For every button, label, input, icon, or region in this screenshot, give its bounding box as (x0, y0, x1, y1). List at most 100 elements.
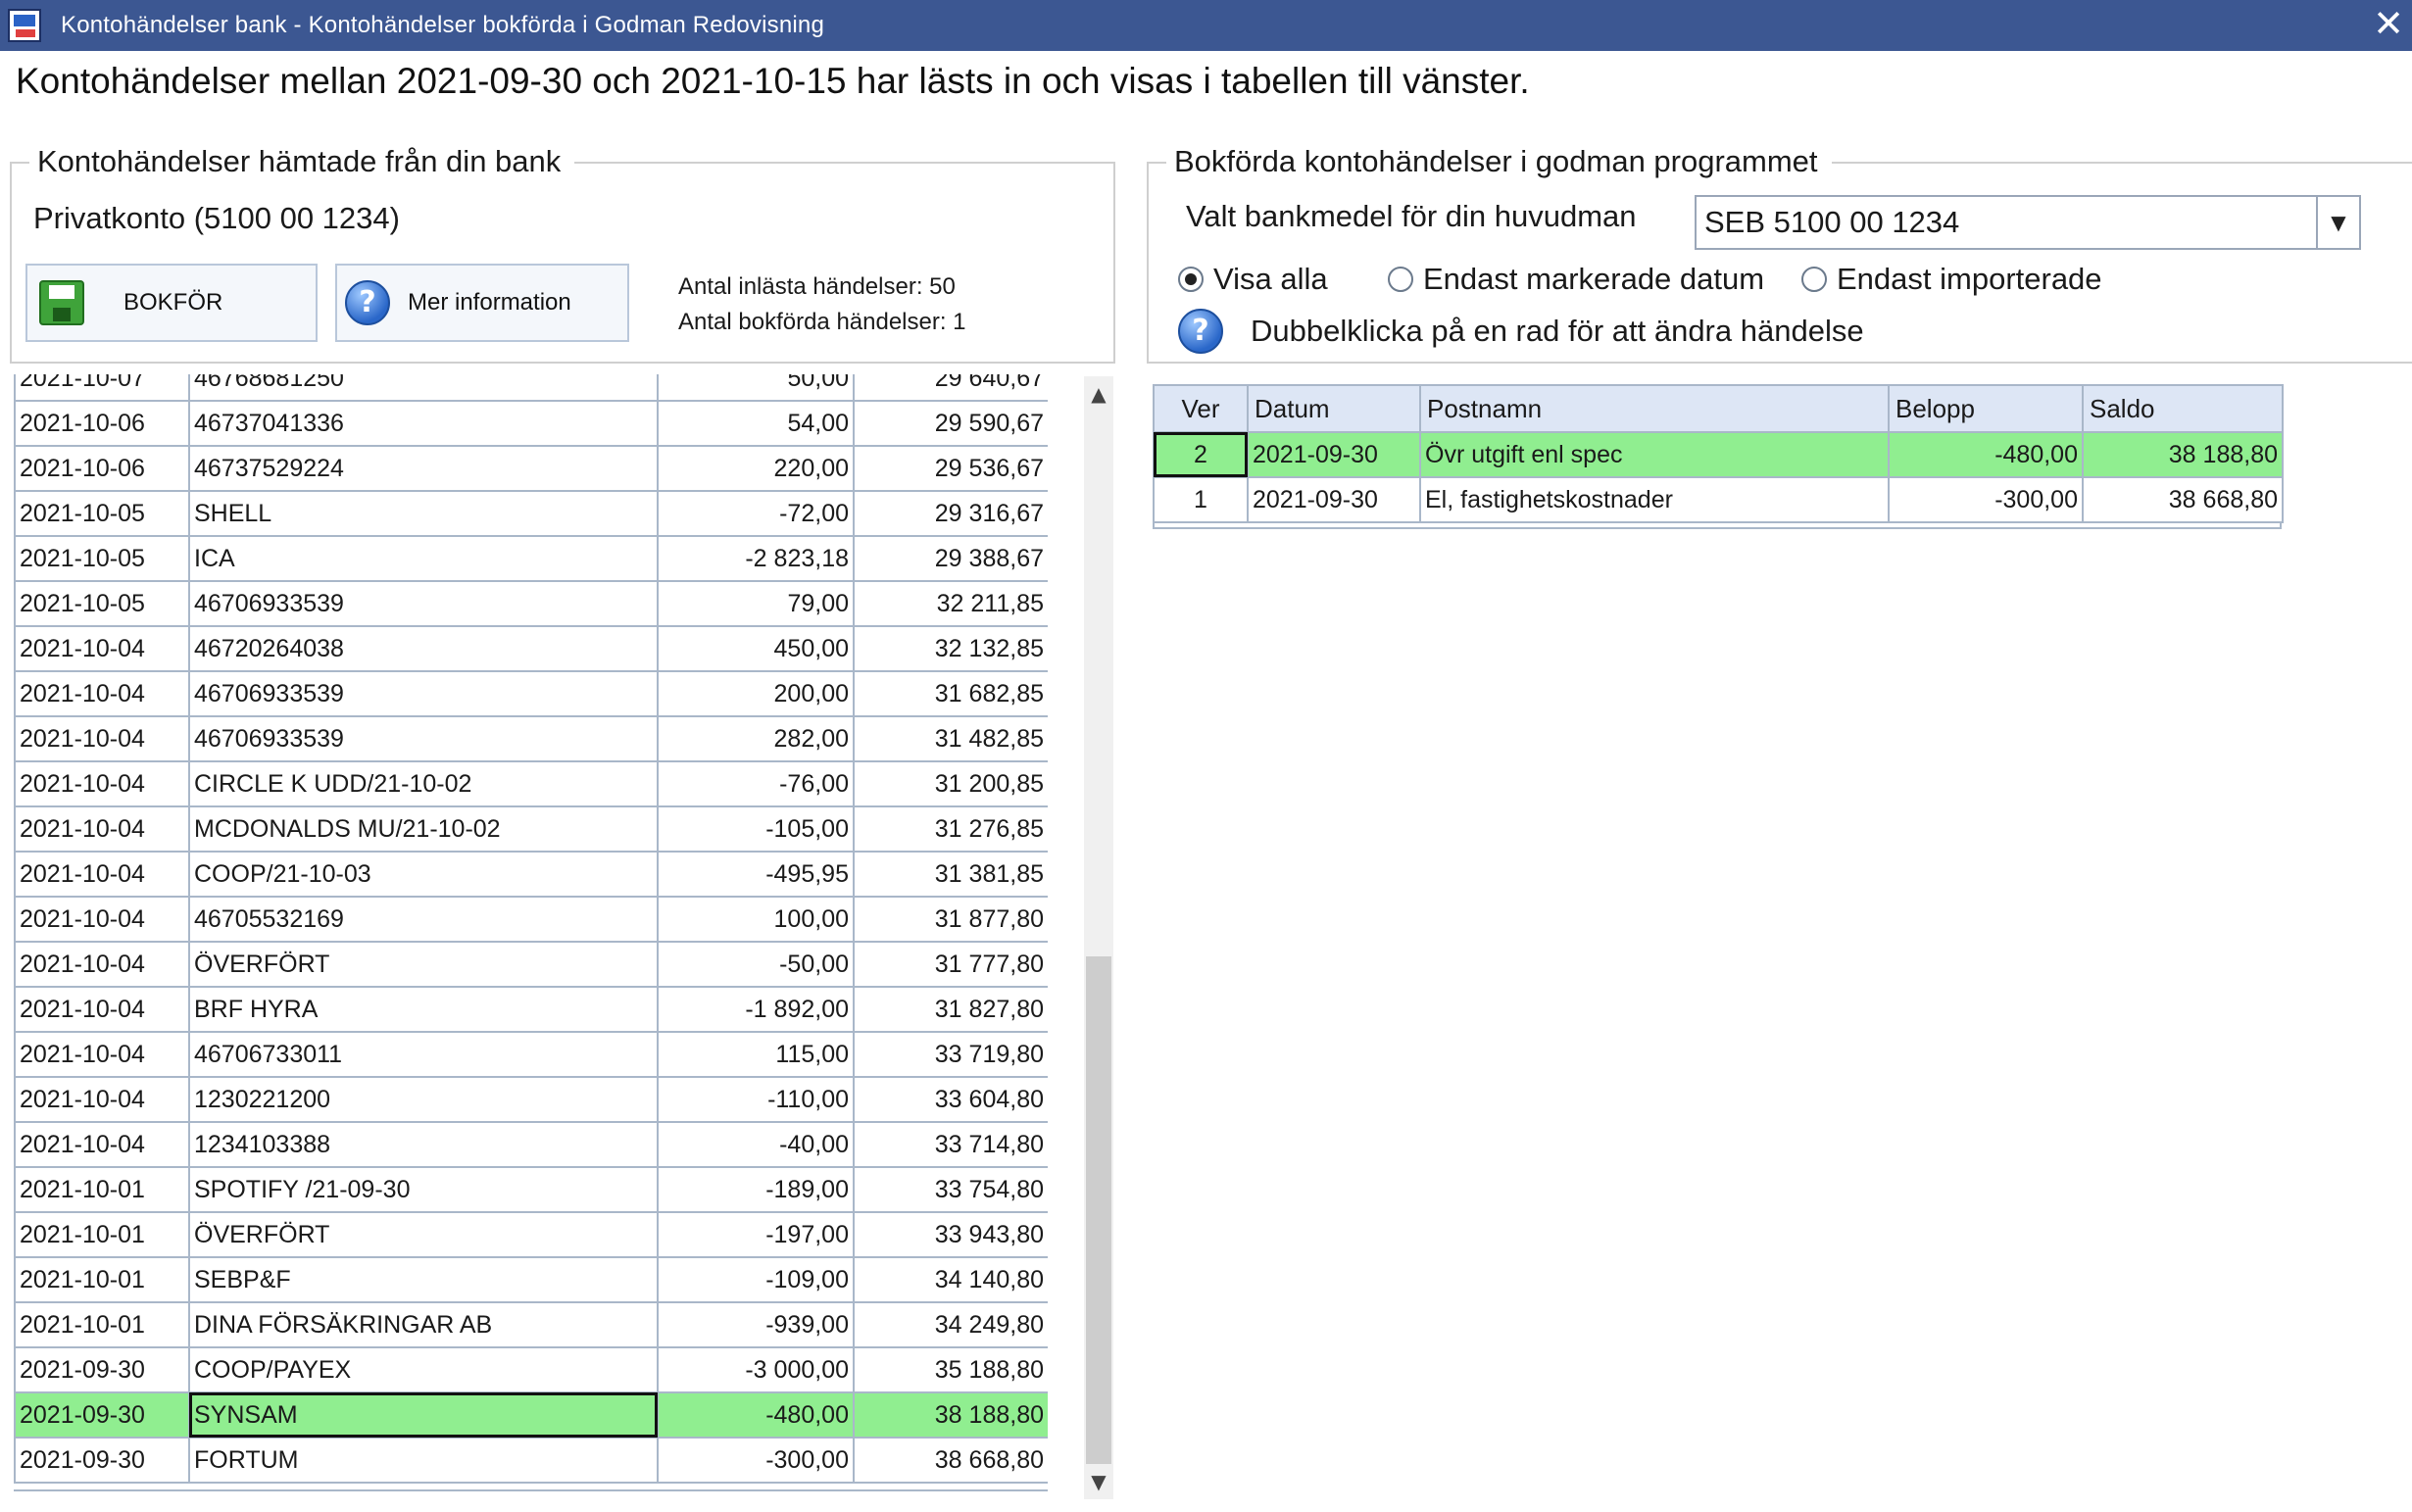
table-cell-amount[interactable]: -3 000,00 (657, 1346, 855, 1393)
table-cell-text[interactable]: 46768681250 (188, 374, 659, 402)
table-cell-balance[interactable]: 38 188,80 (2082, 431, 2284, 478)
table-row[interactable]: 2021-10-04 ÖVERFÖRT -50,00 31 777,80 (14, 941, 1048, 988)
table-cell-text[interactable]: ÖVERFÖRT (188, 1211, 659, 1258)
table-cell-balance[interactable]: 31 827,80 (853, 986, 1048, 1033)
table-row[interactable]: 2021-10-05 ICA -2 823,18 29 388,67 (14, 535, 1048, 582)
table-cell-amount[interactable]: 220,00 (657, 445, 855, 492)
table-cell-balance[interactable]: 34 249,80 (853, 1301, 1048, 1348)
table-cell-text[interactable]: CIRCLE K UDD/21-10-02 (188, 760, 659, 807)
table-cell-balance[interactable]: 33 943,80 (853, 1211, 1048, 1258)
table-cell-ver[interactable]: 2 (1153, 431, 1249, 478)
table-cell-post[interactable]: El, fastighetskostnader (1419, 476, 1890, 523)
table-cell-date[interactable]: 2021-10-01 (14, 1301, 190, 1348)
table-cell-amount[interactable]: -300,00 (657, 1437, 855, 1484)
table-cell-date[interactable]: 2021-10-04 (14, 851, 190, 898)
table-cell-balance[interactable]: 31 482,85 (853, 715, 1048, 762)
table-cell-date[interactable]: 2021-10-04 (14, 760, 190, 807)
table-cell-date[interactable]: 2021-10-01 (14, 1166, 190, 1213)
table-row[interactable]: 2021-10-01 ÖVERFÖRT -197,00 33 943,80 (14, 1211, 1048, 1258)
table-cell-date[interactable]: 2021-10-06 (14, 445, 190, 492)
table-cell-balance[interactable]: 35 188,80 (853, 1346, 1048, 1393)
close-icon[interactable]: ✕ (2373, 4, 2404, 43)
table-cell-date[interactable]: 2021-10-01 (14, 1211, 190, 1258)
table-cell-balance[interactable]: 29 316,67 (853, 490, 1048, 537)
table-cell-text[interactable]: 46705532169 (188, 896, 659, 943)
table-cell-balance[interactable]: 31 877,80 (853, 896, 1048, 943)
table-cell-amount[interactable]: -939,00 (657, 1301, 855, 1348)
column-header-date[interactable]: Datum (1247, 384, 1421, 433)
table-cell-amount[interactable]: 200,00 (657, 670, 855, 717)
table-cell-date[interactable]: 2021-10-04 (14, 625, 190, 672)
table-cell-amount[interactable]: 450,00 (657, 625, 855, 672)
table-cell-balance[interactable]: 29 590,67 (853, 400, 1048, 447)
scroll-down-icon[interactable]: ▼ (1084, 1464, 1113, 1499)
dropdown-arrow-icon[interactable]: ▼ (2316, 197, 2359, 248)
table-cell-date[interactable]: 2021-10-05 (14, 490, 190, 537)
table-cell-amount[interactable]: -480,00 (657, 1391, 855, 1439)
more-info-button[interactable]: ? Mer information (335, 264, 629, 342)
table-row[interactable]: 2021-10-04 46706933539 200,00 31 682,85 (14, 670, 1048, 717)
table-cell-text[interactable]: ICA (188, 535, 659, 582)
table-cell-balance[interactable]: 34 140,80 (853, 1256, 1048, 1303)
table-cell-text[interactable]: 46706933539 (188, 580, 659, 627)
table-cell-date[interactable]: 2021-10-04 (14, 896, 190, 943)
table-cell-date[interactable]: 2021-10-05 (14, 535, 190, 582)
table-cell-date[interactable]: 2021-09-30 (1247, 476, 1421, 523)
table-cell-balance[interactable]: 29 536,67 (853, 445, 1048, 492)
table-cell-amount[interactable]: -50,00 (657, 941, 855, 988)
table-cell-balance[interactable]: 29 640,67 (853, 374, 1048, 402)
table-cell-amount[interactable]: -300,00 (1888, 476, 2084, 523)
table-cell-amount[interactable]: -2 823,18 (657, 535, 855, 582)
table-cell-date[interactable]: 2021-10-04 (14, 1031, 190, 1078)
table-row[interactable]: 2021-10-06 46737041336 54,00 29 590,67 (14, 400, 1048, 447)
table-row[interactable]: 2021-09-30 FORTUM -300,00 38 668,80 (14, 1437, 1048, 1484)
table-cell-ver[interactable]: 1 (1153, 476, 1249, 523)
table-cell-balance[interactable]: 32 211,85 (853, 580, 1048, 627)
table-cell-text[interactable]: 46737041336 (188, 400, 659, 447)
table-cell-date[interactable]: 2021-10-04 (14, 715, 190, 762)
table-cell-date[interactable]: 2021-09-30 (14, 1346, 190, 1393)
table-cell-text[interactable]: 46737529224 (188, 445, 659, 492)
table-row[interactable]: 1 2021-09-30 El, fastighetskostnader -300,0… (1153, 476, 2284, 523)
table-row[interactable]: 2021-10-04 46720264038 450,00 32 132,85 (14, 625, 1048, 672)
table-cell-text[interactable]: DINA FÖRSÄKRINGAR AB (188, 1301, 659, 1348)
scroll-up-icon[interactable]: ▲ (1084, 376, 1113, 412)
table-cell-amount[interactable]: 54,00 (657, 400, 855, 447)
table-cell-amount[interactable]: -110,00 (657, 1076, 855, 1123)
table-cell-text[interactable]: ÖVERFÖRT (188, 941, 659, 988)
table-cell-balance[interactable]: 31 777,80 (853, 941, 1048, 988)
column-header-post[interactable]: Postnamn (1419, 384, 1890, 433)
table-cell-balance[interactable]: 33 719,80 (853, 1031, 1048, 1078)
table-row[interactable]: 2021-10-07 46768681250 50,00 29 640,67 (14, 374, 1048, 402)
table-row[interactable]: 2021-09-30 COOP/PAYEX -3 000,00 35 188,80 (14, 1346, 1048, 1393)
bokfor-button[interactable]: BOKFÖR (25, 264, 318, 342)
column-header-ver[interactable]: Ver (1153, 384, 1249, 433)
table-cell-text[interactable]: 1234103388 (188, 1121, 659, 1168)
table-cell-amount[interactable]: -1 892,00 (657, 986, 855, 1033)
table-cell-amount[interactable]: 50,00 (657, 374, 855, 402)
radio-imported-only[interactable]: Endast importerade (1801, 262, 2102, 297)
table-cell-amount[interactable]: -72,00 (657, 490, 855, 537)
table-cell-text[interactable]: 46720264038 (188, 625, 659, 672)
table-row[interactable]: 2021-10-04 46706933539 282,00 31 482,85 (14, 715, 1048, 762)
table-cell-text[interactable]: MCDONALDS MU/21-10-02 (188, 805, 659, 853)
radio-button[interactable] (1801, 267, 1827, 292)
table-cell-text[interactable]: 46706933539 (188, 715, 659, 762)
table-cell-date[interactable]: 2021-10-01 (14, 1256, 190, 1303)
table-cell-text[interactable]: BRF HYRA (188, 986, 659, 1033)
table-cell-amount[interactable]: -76,00 (657, 760, 855, 807)
radio-button[interactable] (1178, 267, 1204, 292)
table-cell-date[interactable]: 2021-09-30 (14, 1437, 190, 1484)
table-cell-balance[interactable]: 38 668,80 (2082, 476, 2284, 523)
table-row[interactable]: 2021-10-06 46737529224 220,00 29 536,67 (14, 445, 1048, 492)
table-row[interactable]: 2021-10-04 46706733011 115,00 33 719,80 (14, 1031, 1048, 1078)
booked-transactions-grid[interactable]: Ver Datum Postnamn Belopp Saldo 2 2021-09… (1153, 384, 2284, 529)
table-row[interactable]: 2021-10-04 CIRCLE K UDD/21-10-02 -76,00 31 … (14, 760, 1048, 807)
table-row[interactable]: 2021-10-05 46706933539 79,00 32 211,85 (14, 580, 1048, 627)
table-cell-amount[interactable]: -480,00 (1888, 431, 2084, 478)
table-cell-balance[interactable]: 38 188,80 (853, 1391, 1048, 1439)
table-cell-date[interactable]: 2021-10-06 (14, 400, 190, 447)
table-cell-text[interactable]: 1230221200 (188, 1076, 659, 1123)
table-cell-balance[interactable]: 31 276,85 (853, 805, 1048, 853)
table-row[interactable]: 2021-10-01 DINA FÖRSÄKRINGAR AB -939,00 34 … (14, 1301, 1048, 1348)
